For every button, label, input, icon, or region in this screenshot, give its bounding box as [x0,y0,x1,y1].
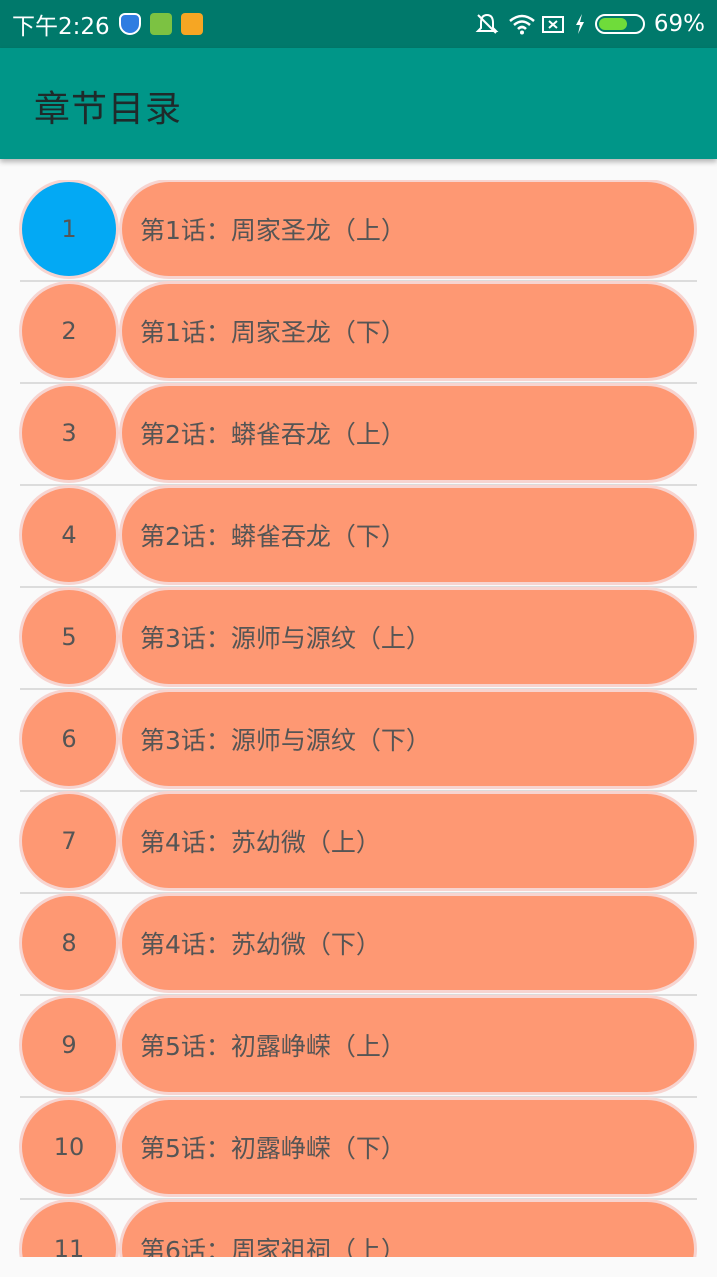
battery-fill [598,18,627,30]
chapter-title-button[interactable]: 第3话：源师与源纹（上） [122,590,694,684]
chapter-list[interactable]: 1 第1话：周家圣龙（上） 2 第1话：周家圣龙（下） 3 第2话：蟒雀吞龙（上） 4 第2话… [0,180,717,1257]
chapter-number-badge[interactable]: 9 [22,998,116,1092]
bell-muted-icon [475,13,499,35]
chapter-row[interactable]: 3 第2话：蟒雀吞龙（上） [0,384,717,486]
sim-card-icon [149,13,172,35]
chapter-number-badge[interactable]: 8 [22,896,116,990]
chapter-number-badge[interactable]: 3 [22,386,116,480]
page-title: 章节目录 [34,89,183,130]
chapter-row[interactable]: 10 第5话：初露峥嵘（下） [0,1098,717,1200]
chapter-number-badge[interactable]: 1 [22,182,116,276]
battery-icon [594,14,645,34]
status-bar-left: 下午2:26 [12,7,203,41]
chapter-row[interactable]: 11 第6话：周家祖祠（上） [0,1200,717,1257]
chapter-row[interactable]: 6 第3话：源师与源纹（下） [0,690,717,792]
chapter-title-button[interactable]: 第1话：周家圣龙（下） [122,284,694,378]
chapter-title-button[interactable]: 第5话：初露峥嵘（下） [122,1100,694,1194]
chapter-number-badge[interactable]: 7 [22,794,116,888]
chapter-title-button[interactable]: 第6话：周家祖祠（上） [122,1202,694,1257]
chapter-number-badge[interactable]: 5 [22,590,116,684]
status-bar: 下午2:26 69% [0,0,717,48]
chapter-title-button[interactable]: 第2话：蟒雀吞龙（上） [122,386,694,480]
chapter-row[interactable]: 1 第1话：周家圣龙（上） [0,180,717,282]
chapter-row[interactable]: 4 第2话：蟒雀吞龙（下） [0,486,717,588]
app-notification-icon [180,13,203,35]
chapter-row[interactable]: 8 第4话：苏幼微（下） [0,894,717,996]
status-time: 下午2:26 [12,14,110,40]
no-sim-icon [541,13,565,35]
chapter-number-badge[interactable]: 2 [22,284,116,378]
chapter-title-button[interactable]: 第4话：苏幼微（下） [122,896,694,990]
status-bar-right: 69% [475,11,705,37]
chapter-row[interactable]: 2 第1话：周家圣龙（下） [0,282,717,384]
wifi-icon [508,13,535,35]
chapter-row[interactable]: 9 第5话：初露峥嵘（上） [0,996,717,1098]
chapter-row[interactable]: 7 第4话：苏幼微（上） [0,792,717,894]
shield-icon [118,13,141,35]
chapter-title-button[interactable]: 第1话：周家圣龙（上） [122,182,694,276]
chapter-title-button[interactable]: 第4话：苏幼微（上） [122,794,694,888]
chapter-title-button[interactable]: 第3话：源师与源纹（下） [122,692,694,786]
chapter-number-badge[interactable]: 4 [22,488,116,582]
chapter-number-badge[interactable]: 10 [22,1100,116,1194]
chapter-row[interactable]: 5 第3话：源师与源纹（上） [0,588,717,690]
battery-percent: 69% [653,11,705,37]
charging-icon [574,13,586,35]
chapter-title-button[interactable]: 第5话：初露峥嵘（上） [122,998,694,1092]
chapter-number-badge[interactable]: 6 [22,692,116,786]
app-bar: 章节目录 [0,48,717,159]
chapter-title-button[interactable]: 第2话：蟒雀吞龙（下） [122,488,694,582]
chapter-number-badge[interactable]: 11 [22,1202,116,1257]
